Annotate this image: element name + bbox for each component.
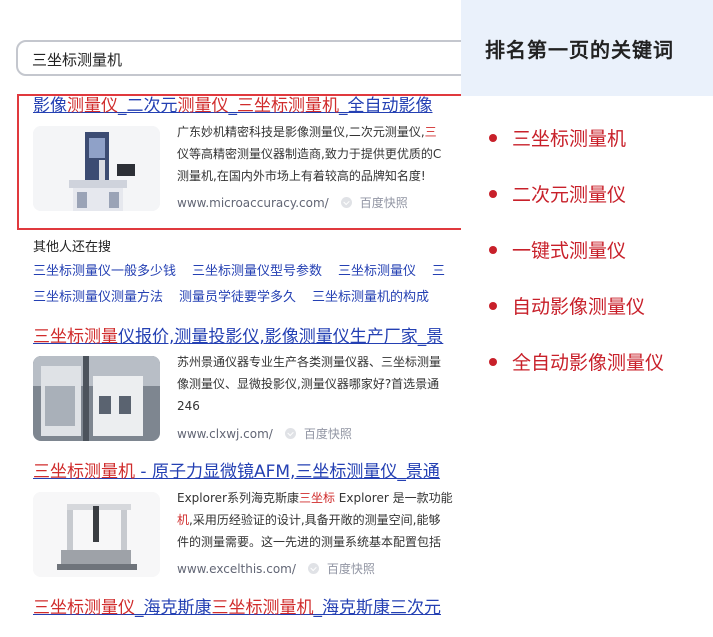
cmm-machine-image — [33, 492, 160, 577]
result-url[interactable]: www.excelthis.com/ — [177, 562, 296, 576]
text-segment: Explorer系列海克斯康 — [177, 491, 299, 505]
keyword-highlight: 三坐标测量机 — [211, 598, 314, 618]
cache-link[interactable]: 百度快照 — [304, 425, 352, 442]
text-segment: 像测量仪、显微投影仪,测量仪器哪家好?首选景通 — [177, 377, 440, 391]
bullet-icon — [489, 133, 497, 142]
keyword-label: 自动影像测量仪 — [512, 296, 646, 318]
keyword-item: 二次元测量仪 — [489, 180, 626, 207]
keyword-panel-header: 排名第一页的关键词 — [461, 0, 713, 96]
result-2-snippet: 苏州景通仪器专业生产各类测量仪器、三坐标测量 像测量仪、显微投影仪,测量仪器哪家… — [177, 351, 461, 417]
snippet-line: 像测量仪、显微投影仪,测量仪器哪家好?首选景通 — [177, 373, 461, 395]
related-link[interactable]: 三 — [432, 264, 445, 279]
keyword-highlight: 三坐标测量机 — [33, 462, 135, 482]
bullet-icon — [489, 357, 497, 366]
related-row-2: 三坐标测量仪测量方法 测量员学徒要学多久 三坐标测量机的构成 — [33, 286, 445, 305]
keyword-item: 全自动影像测量仪 — [489, 348, 664, 375]
text-segment: 苏州景通仪器专业生产各类测量仪器、三坐标测量 — [177, 355, 442, 369]
text-segment: - 原子力显微镜AFM,三坐标测量仪_景通 — [135, 462, 440, 482]
text-segment: Explorer 是一款功能 — [334, 491, 453, 505]
related-row-1: 三坐标测量仪一般多少钱 三坐标测量仪型号参数 三坐标测量仪 三 — [33, 260, 461, 279]
keyword-label: 三坐标测量机 — [512, 128, 627, 150]
related-link[interactable]: 三坐标测量仪型号参数 — [192, 264, 322, 279]
result-3-meta: www.excelthis.com/ 百度快照 — [177, 560, 375, 577]
related-link[interactable]: 三坐标测量仪 — [338, 264, 416, 279]
result-4-title[interactable]: 三坐标测量仪_海克斯康三坐标测量机_海克斯康三次元 — [33, 596, 441, 620]
bullet-icon — [489, 245, 497, 254]
keyword-item: 三坐标测量机 — [489, 124, 626, 151]
result-2-thumbnail[interactable] — [33, 356, 160, 441]
keyword-highlight: 三坐标测量仪 — [33, 598, 135, 618]
keyword-highlight: 机 — [177, 513, 190, 527]
snippet-line: 246 — [177, 395, 461, 417]
keyword-item: 自动影像测量仪 — [489, 292, 645, 319]
text-segment: 仪报价,测量投影仪,影像测量仪生产厂家_景 — [118, 327, 444, 347]
bullet-icon — [489, 189, 497, 198]
keyword-panel-title: 排名第一页的关键词 — [485, 38, 674, 62]
result-2-meta: www.clxwj.com/ 百度快照 — [177, 425, 352, 442]
keyword-highlight: 三坐标 — [298, 491, 335, 505]
search-box[interactable] — [16, 40, 461, 76]
cache-link[interactable]: 百度快照 — [327, 560, 375, 577]
snippet-line: 机,采用历经验证的设计,具备开敞的测量空间,能够 — [177, 509, 461, 531]
result-3-title[interactable]: 三坐标测量机 - 原子力显微镜AFM,三坐标测量仪_景通 — [33, 460, 440, 484]
result-3-thumbnail[interactable] — [33, 492, 160, 577]
related-link[interactable]: 三坐标测量机的构成 — [312, 290, 429, 305]
snippet-line: 件的测量需要。这一先进的测量系统基本配置包括 — [177, 531, 461, 553]
snippet-line: Explorer系列海克斯康三坐标 Explorer 是一款功能 — [177, 487, 461, 509]
bullet-icon — [489, 301, 497, 310]
result-url[interactable]: www.clxwj.com/ — [177, 427, 273, 441]
keyword-label: 二次元测量仪 — [512, 184, 627, 206]
search-input[interactable] — [32, 50, 461, 68]
keyword-panel: 排名第一页的关键词 三坐标测量机 二次元测量仪 一键式测量仪 自动影像测量仪 全… — [461, 0, 713, 637]
related-link[interactable]: 三坐标测量仪测量方法 — [33, 290, 163, 305]
keyword-label: 全自动影像测量仪 — [512, 352, 665, 374]
keyword-item: 一键式测量仪 — [489, 236, 626, 263]
text-segment: _海克斯康三次元 — [313, 598, 442, 618]
related-link[interactable]: 三坐标测量仪一般多少钱 — [33, 264, 176, 279]
result-2-title[interactable]: 三坐标测量仪报价,测量投影仪,影像测量仪生产厂家_景 — [33, 325, 443, 349]
verified-shield-icon — [307, 563, 319, 574]
text-segment: ,采用历经验证的设计,具备开敞的测量空间,能够 — [189, 513, 441, 527]
text-segment: 件的测量需要。这一先进的测量系统基本配置包括 — [177, 535, 442, 549]
related-searches-title: 其他人还在搜 — [33, 240, 112, 255]
result-3-snippet: Explorer系列海克斯康三坐标 Explorer 是一款功能 机,采用历经验… — [177, 487, 461, 553]
text-segment: _海克斯康 — [135, 598, 212, 618]
text-segment: 246 — [177, 399, 200, 413]
highlight-frame — [17, 94, 477, 230]
keyword-highlight: 三坐标测量 — [33, 327, 118, 347]
snippet-line: 苏州景通仪器专业生产各类测量仪器、三坐标测量 — [177, 351, 461, 373]
keyword-label: 一键式测量仪 — [512, 240, 627, 262]
verified-shield-icon — [284, 428, 296, 439]
factory-image — [33, 356, 160, 441]
related-link[interactable]: 测量员学徒要学多久 — [179, 290, 296, 305]
